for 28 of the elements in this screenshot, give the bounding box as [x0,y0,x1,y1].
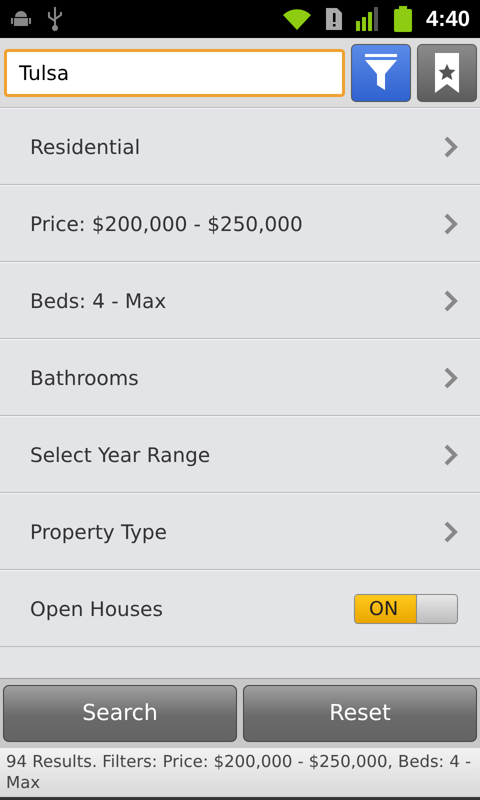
action-button[interactable]: Search [3,685,237,742]
filter-row[interactable]: Residential [0,108,480,185]
funnel-icon [364,54,398,92]
clock-time: 4:40 [426,6,470,32]
toggle-label: Open Houses [30,596,164,620]
action-button[interactable]: Reset [243,685,477,742]
bookmark-button[interactable] [417,44,477,102]
signal-icon [356,7,380,31]
filter-row[interactable]: Beds: 4 - Max [0,262,480,339]
chevron-icon [444,212,458,234]
chevron-icon [444,290,458,312]
chevron-icon [444,444,458,466]
chevron-icon [444,136,458,158]
filter-button[interactable] [351,44,411,102]
search-field[interactable]: Tulsa [4,48,345,96]
usb-icon [46,6,64,32]
filter-row[interactable]: Select Year Range [0,416,480,493]
toggle-switch[interactable]: ON [354,594,458,624]
results-summary: 94 Results. Filters: Price: $200,000 - $250,000, Beds: 4 - Max [0,748,480,800]
wifi-icon [282,7,312,31]
battery-icon [394,6,412,32]
filter-row[interactable]: Bathrooms [0,339,480,416]
chevron-icon [444,520,458,542]
chevron-icon [444,366,458,388]
sim-alert-icon [326,8,342,30]
filter-row[interactable]: Price: $200,000 - $250,000 [0,185,480,262]
bookmark-star-icon [434,52,460,92]
filter-row[interactable]: Property Type [0,493,480,570]
